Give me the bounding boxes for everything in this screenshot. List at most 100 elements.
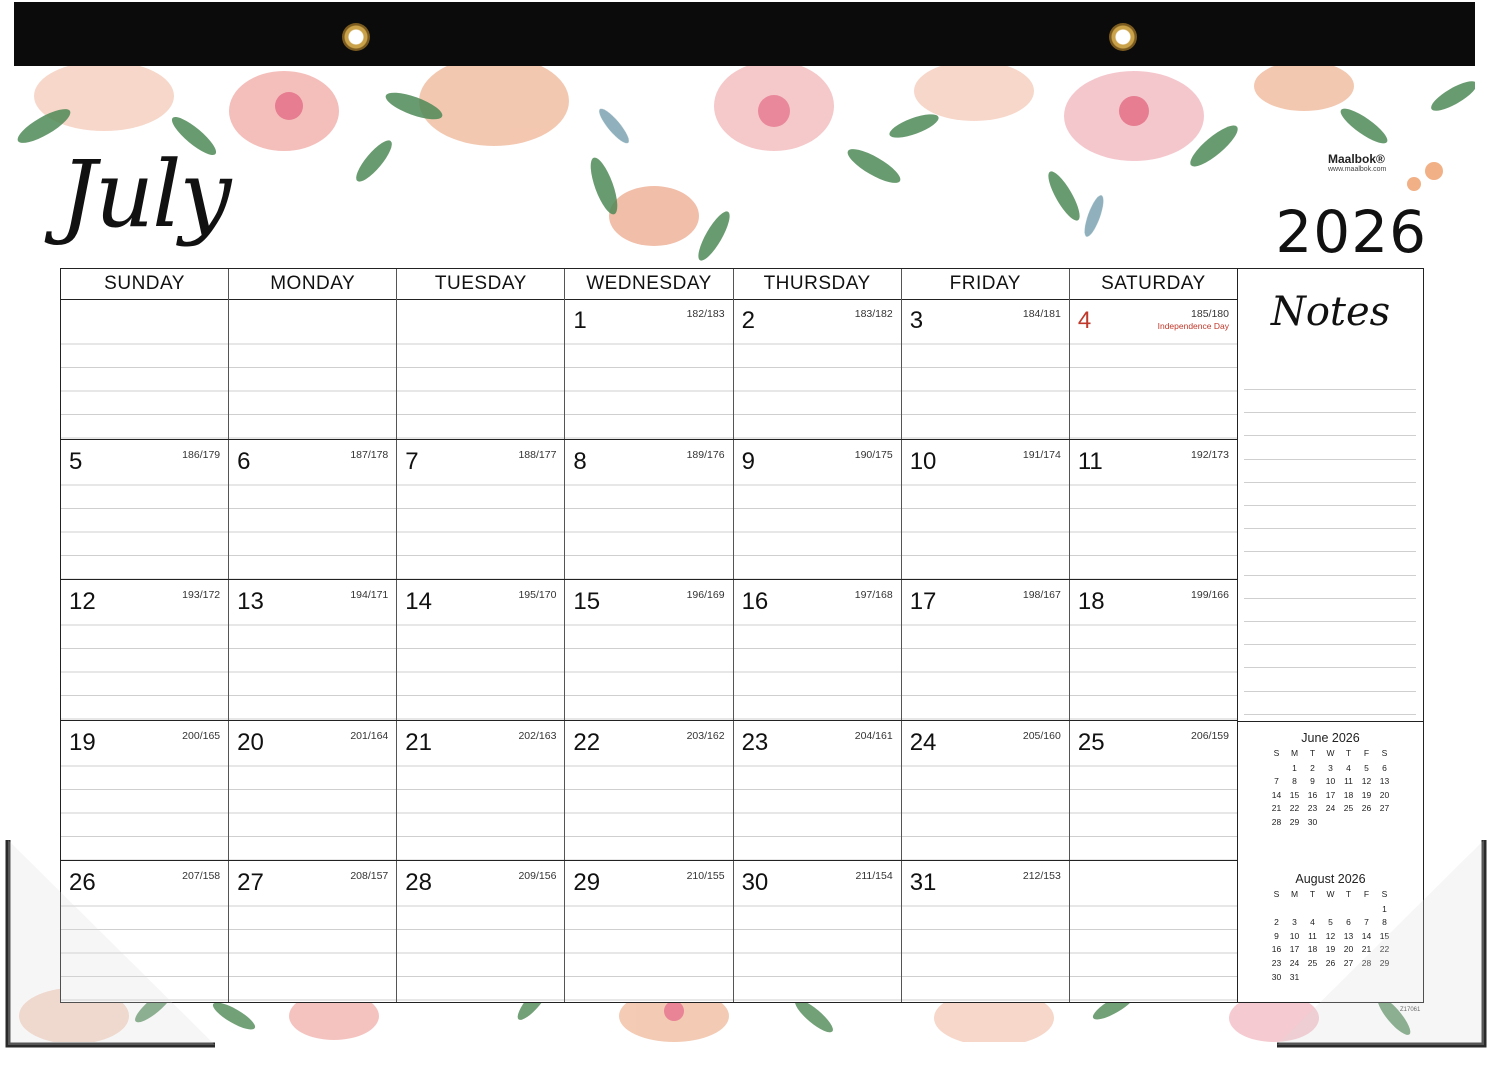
day-cell[interactable]: 11 192/173 xyxy=(1069,439,1238,580)
empty-day-cell[interactable] xyxy=(1069,861,1238,1002)
note-line xyxy=(1244,412,1416,414)
day-cell[interactable]: 28 209/156 xyxy=(397,861,566,1002)
mini-calendar-title: June 2026 xyxy=(1301,731,1360,745)
day-of-year-count: 188/177 xyxy=(518,448,557,461)
day-cell[interactable]: 2 183/182 xyxy=(733,299,902,439)
mini-day: 3 xyxy=(1328,762,1333,773)
day-cell[interactable]: 22 203/162 xyxy=(565,720,734,861)
note-line xyxy=(1244,621,1416,622)
acrylic-stand-right xyxy=(1277,840,1487,1048)
mini-day: 13 xyxy=(1379,776,1390,787)
day-cell[interactable]: 20 201/164 xyxy=(229,720,398,861)
mini-day xyxy=(1268,763,1286,775)
day-number: 29 xyxy=(573,869,601,897)
day-of-year-count: 206/159 xyxy=(1191,729,1229,742)
day-cell[interactable]: 29 210/155 xyxy=(565,861,734,1002)
day-number: 21 xyxy=(405,728,432,756)
day-cell[interactable]: 3 184/181 xyxy=(901,299,1070,439)
day-cell[interactable]: 31 212/153 xyxy=(901,861,1070,1002)
day-cell[interactable]: 23 204/161 xyxy=(733,720,902,861)
day-number: 6 xyxy=(237,447,251,475)
mini-weekday-letter: S xyxy=(1381,748,1388,758)
mini-day: 22 xyxy=(1289,803,1300,814)
day-of-year-count: 208/157 xyxy=(350,870,389,883)
mini-day xyxy=(1340,817,1358,829)
weekday-header-row: SUNDAY MONDAY TUESDAY WEDNESDAY THURSDAY… xyxy=(61,269,1238,300)
mini-day: 23 xyxy=(1307,803,1318,814)
empty-day-cell[interactable] xyxy=(61,299,230,439)
day-cell[interactable]: 4 185/180 Independence Day xyxy=(1069,299,1238,439)
holiday-label: Independence Day xyxy=(1157,321,1229,331)
mini-day: 26 xyxy=(1361,803,1372,814)
day-number: 5 xyxy=(69,447,83,475)
mini-day: 2 xyxy=(1310,762,1315,773)
week-row: 5 186/179 6 187/178 7 188/177 8 189/176 9 190/175… xyxy=(61,439,1238,581)
empty-day-cell[interactable] xyxy=(397,299,566,439)
mini-weekday-letter: M xyxy=(1290,748,1299,758)
brand-url: www.maalbok.com xyxy=(1328,166,1387,173)
mini-day: 28 xyxy=(1271,816,1282,827)
day-cell[interactable]: 10 191/174 xyxy=(901,439,1070,580)
day-number: 31 xyxy=(909,869,937,897)
calendar-binding-strip xyxy=(14,2,1475,66)
day-of-year-count: 210/155 xyxy=(686,870,725,883)
day-number: 8 xyxy=(573,447,587,475)
day-of-year-count: 193/172 xyxy=(182,589,221,602)
mini-day: 4 xyxy=(1346,762,1351,773)
note-line xyxy=(1244,713,1416,715)
day-cell[interactable]: 18 199/166 xyxy=(1069,580,1238,720)
month-title: July xyxy=(60,141,232,248)
day-cell[interactable]: 7 188/177 xyxy=(397,439,566,580)
day-cell[interactable]: 16 197/168 xyxy=(733,580,902,720)
day-cell[interactable]: 27 208/157 xyxy=(229,861,398,1002)
day-cell[interactable]: 8 189/176 xyxy=(565,439,734,580)
day-cell[interactable]: 25 206/159 xyxy=(1069,720,1238,861)
mini-day: 20 xyxy=(1379,789,1390,800)
day-of-year-count: 182/183 xyxy=(686,308,725,320)
mini-weekday-letter: T xyxy=(1309,748,1316,758)
day-number: 9 xyxy=(741,447,755,475)
day-cell[interactable]: 5 186/179 xyxy=(61,439,230,580)
day-of-year-count: 211/154 xyxy=(855,870,893,883)
day-number: 24 xyxy=(909,728,937,756)
empty-day-cell[interactable] xyxy=(229,299,398,439)
floral-border-top xyxy=(17,66,1475,261)
week-row: 1 182/183 2 183/182 3 184/181 4 185/180 Independ… xyxy=(61,299,1238,440)
day-of-year-count: 194/171 xyxy=(350,589,389,602)
day-of-year-count: 195/170 xyxy=(518,589,557,602)
day-of-year-count: 183/182 xyxy=(854,308,893,320)
day-of-year-count: 200/165 xyxy=(182,729,221,742)
day-cell[interactable]: 17 198/167 xyxy=(901,580,1070,720)
day-number: 14 xyxy=(405,588,432,616)
weekday-header: WEDNESDAY xyxy=(565,269,734,299)
note-line xyxy=(1244,551,1416,553)
day-cell[interactable]: 24 205/160 xyxy=(901,720,1070,861)
day-cell[interactable]: 12 193/172 xyxy=(61,580,230,720)
note-line xyxy=(1244,597,1416,599)
mini-day: 25 xyxy=(1343,803,1354,814)
day-of-year-count: 196/169 xyxy=(686,589,725,602)
day-cell[interactable]: 9 190/175 xyxy=(733,439,902,580)
day-cell[interactable]: 15 196/169 xyxy=(565,580,734,720)
day-number: 4 xyxy=(1077,307,1092,334)
mini-day: 24 xyxy=(1325,803,1336,814)
mini-weekday-letter: S xyxy=(1273,748,1280,758)
day-cell[interactable]: 21 202/163 xyxy=(397,720,566,861)
day-cell[interactable]: 13 194/171 xyxy=(229,580,398,720)
day-of-year-count: 197/168 xyxy=(854,589,893,602)
day-of-year-count: 199/166 xyxy=(1191,589,1229,602)
weekday-header: SUNDAY xyxy=(61,269,230,299)
day-of-year-count: 202/163 xyxy=(518,729,557,742)
mini-day: 29 xyxy=(1289,816,1300,827)
day-of-year-count: 184/181 xyxy=(1022,308,1061,320)
day-cell[interactable]: 30 211/154 xyxy=(733,861,902,1002)
mini-calendar-days: 1 2 3 4 5 6 7 8 9 10 11 12 13 14 15 16 17 18 19 20 21 22 23 24 2… xyxy=(1238,763,1423,829)
day-cell[interactable]: 1 182/183 xyxy=(565,299,734,439)
weekday-header: MONDAY xyxy=(229,269,398,299)
note-line xyxy=(1244,644,1416,646)
mini-day: 30 xyxy=(1307,816,1318,827)
day-cell[interactable]: 14 195/170 xyxy=(397,580,566,720)
day-number: 12 xyxy=(69,588,96,616)
year-title: 2026 xyxy=(1275,198,1427,266)
day-cell[interactable]: 6 187/178 xyxy=(229,439,398,580)
